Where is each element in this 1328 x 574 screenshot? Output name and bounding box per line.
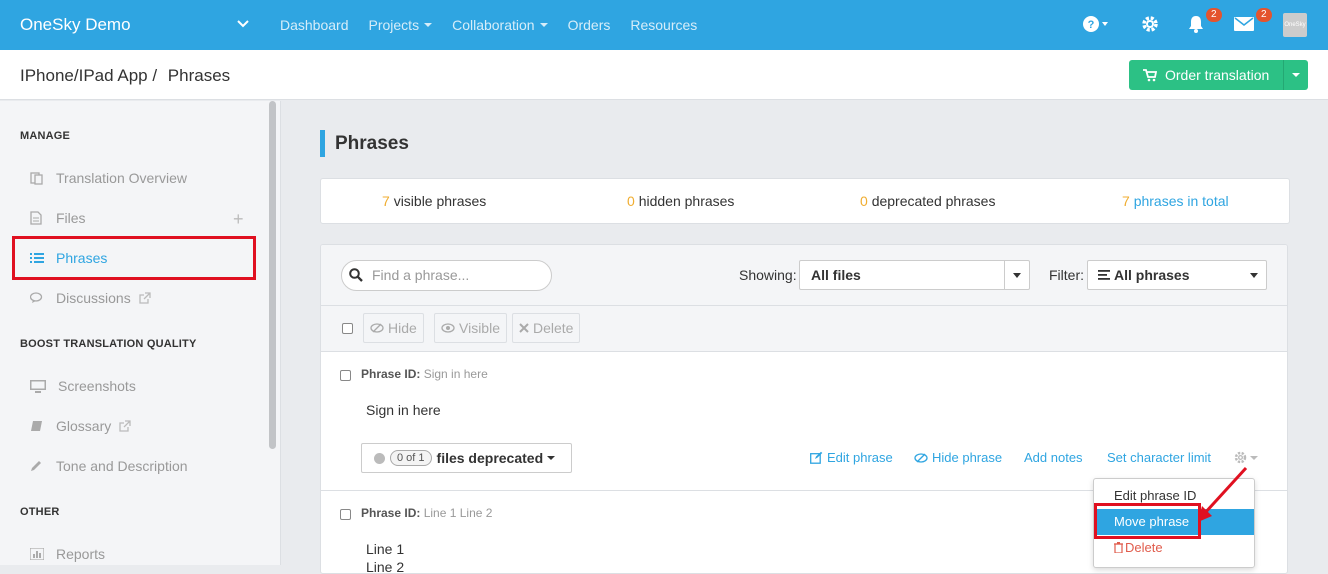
svg-text:?: ?: [1088, 19, 1095, 31]
annotation-arrow: [1198, 466, 1248, 522]
trash-icon: [1114, 542, 1123, 554]
breadcrumb-project[interactable]: IPhone/IPad App /: [20, 66, 157, 85]
eye-icon: [441, 323, 455, 333]
sidebar-item-reports[interactable]: Reports: [30, 546, 105, 562]
brand-name[interactable]: OneSky Demo: [20, 15, 131, 35]
stat-visible[interactable]: 7 visible phrases: [382, 193, 486, 209]
external-link-icon: [119, 420, 131, 432]
search-icon: [349, 268, 363, 282]
add-file-icon[interactable]: +: [233, 209, 244, 230]
page-title: Phrases: [320, 130, 409, 157]
sidebar-item-files[interactable]: Files: [30, 210, 86, 226]
nav-orders[interactable]: Orders: [568, 17, 611, 33]
bulk-delete-button[interactable]: Delete: [512, 313, 581, 343]
chat-icon: [30, 292, 44, 304]
phrase-filter-select[interactable]: All phrases: [1087, 260, 1267, 290]
filter-bar: Find a phrase... Showing: All files Filt…: [321, 245, 1287, 306]
mail-icon[interactable]: [1234, 16, 1254, 32]
breadcrumb-current: Phrases: [167, 66, 231, 85]
search-input[interactable]: Find a phrase...: [341, 260, 552, 291]
status-dot-icon: [374, 452, 385, 464]
sidebar-section-other: OTHER: [20, 506, 60, 518]
phrase-text-line: Line 1: [366, 541, 405, 557]
sidebar-item-tone[interactable]: Tone and Description: [30, 458, 188, 474]
nav-projects[interactable]: Projects: [369, 17, 433, 33]
monitor-icon: [30, 379, 46, 393]
bulk-visible-button[interactable]: Visible: [434, 313, 507, 343]
caret-down-icon: [1250, 455, 1258, 460]
stat-hidden[interactable]: 0 hidden phrases: [627, 193, 734, 209]
nav-collaboration[interactable]: Collaboration: [452, 17, 548, 33]
gear-icon[interactable]: [1141, 15, 1159, 33]
phrase-row: Phrase ID: Sign in here Sign in here 0 o…: [321, 352, 1287, 491]
message-badge: 2: [1256, 8, 1272, 22]
sidebar-item-screenshots[interactable]: Screenshots: [30, 378, 136, 394]
close-icon: [519, 323, 529, 333]
main-nav: Dashboard Projects Collaboration Orders …: [280, 0, 717, 50]
phrase-text-line: Line 2: [366, 559, 405, 574]
bar-chart-icon: [30, 548, 44, 560]
sidebar-scrollbar[interactable]: [269, 101, 276, 449]
highlight-box: [12, 236, 256, 280]
avatar[interactable]: OneSky: [1283, 13, 1307, 37]
caret-down-icon: [424, 23, 433, 27]
filter-label: Filter:: [1049, 267, 1084, 283]
top-right-icons: ? 2 2 OneSky: [1080, 0, 1328, 50]
sidebar-section-quality: BOOST TRANSLATION QUALITY: [20, 338, 197, 350]
file-select[interactable]: All files: [799, 260, 1030, 290]
sidebar-item-discussions[interactable]: Discussions: [30, 290, 151, 306]
edit-phrase-link[interactable]: Edit phrase: [810, 450, 893, 465]
caret-down-icon: [1250, 273, 1258, 278]
nav-resources[interactable]: Resources: [630, 17, 697, 33]
edit-icon: [810, 451, 823, 464]
phrase-id: Phrase ID: Line 1 Line 2: [361, 506, 493, 520]
translation-overview-icon: [30, 171, 44, 185]
sidebar-section-manage: MANAGE: [20, 130, 71, 142]
bulk-actions: Hide Visible Delete: [321, 306, 1287, 352]
cart-icon: [1143, 68, 1157, 81]
phrase-checkbox[interactable]: [340, 509, 351, 520]
select-all-checkbox[interactable]: [342, 323, 353, 334]
bulk-hide-button[interactable]: Hide: [363, 313, 424, 343]
book-icon: [30, 420, 44, 432]
page-header: IPhone/IPad App / Phrases Order translat…: [0, 50, 1328, 100]
file-icon: [30, 211, 44, 225]
nav-dashboard[interactable]: Dashboard: [280, 17, 349, 33]
caret-down-icon: [1292, 73, 1300, 77]
caret-down-icon: [539, 23, 548, 27]
add-notes-link[interactable]: Add notes: [1024, 450, 1083, 465]
align-left-icon: [1098, 270, 1110, 280]
deprecated-count-pill: 0 of 1: [390, 450, 432, 466]
phrase-checkbox[interactable]: [340, 370, 351, 381]
external-link-icon: [139, 292, 151, 304]
deprecated-files-button[interactable]: 0 of 1 files deprecated: [361, 443, 572, 473]
eye-slash-icon: [914, 452, 928, 463]
sidebar-item-glossary[interactable]: Glossary: [30, 418, 131, 434]
showing-label: Showing:: [739, 267, 797, 283]
eye-slash-icon: [370, 323, 384, 333]
sidebar-item-translation-overview[interactable]: Translation Overview: [30, 170, 187, 186]
highlight-box: [1094, 503, 1201, 539]
phrase-id: Phrase ID: Sign in here: [361, 367, 488, 381]
phrase-text: Sign in here: [366, 402, 441, 418]
bell-icon[interactable]: [1187, 14, 1205, 34]
order-options-toggle[interactable]: [1283, 60, 1308, 90]
stat-total[interactable]: 7 phrases in total: [1122, 193, 1229, 209]
stat-deprecated[interactable]: 0 deprecated phrases: [860, 193, 995, 209]
pencil-icon: [30, 460, 44, 472]
hide-phrase-link[interactable]: Hide phrase: [914, 450, 1002, 465]
caret-down-icon: [1013, 273, 1021, 278]
notification-badge: 2: [1206, 8, 1222, 22]
help-icon[interactable]: ?: [1082, 15, 1108, 33]
phrase-stats: 7 visible phrases 0 hidden phrases 0 dep…: [320, 178, 1290, 224]
order-translation-button[interactable]: Order translation: [1129, 60, 1283, 90]
chevron-down-icon[interactable]: [236, 17, 250, 31]
sidebar: MANAGE Translation Overview Files + Phra…: [0, 101, 281, 565]
top-navbar: OneSky Demo Dashboard Projects Collabora…: [0, 0, 1328, 50]
caret-down-icon: [547, 456, 556, 460]
breadcrumb: IPhone/IPad App / Phrases: [20, 66, 236, 86]
